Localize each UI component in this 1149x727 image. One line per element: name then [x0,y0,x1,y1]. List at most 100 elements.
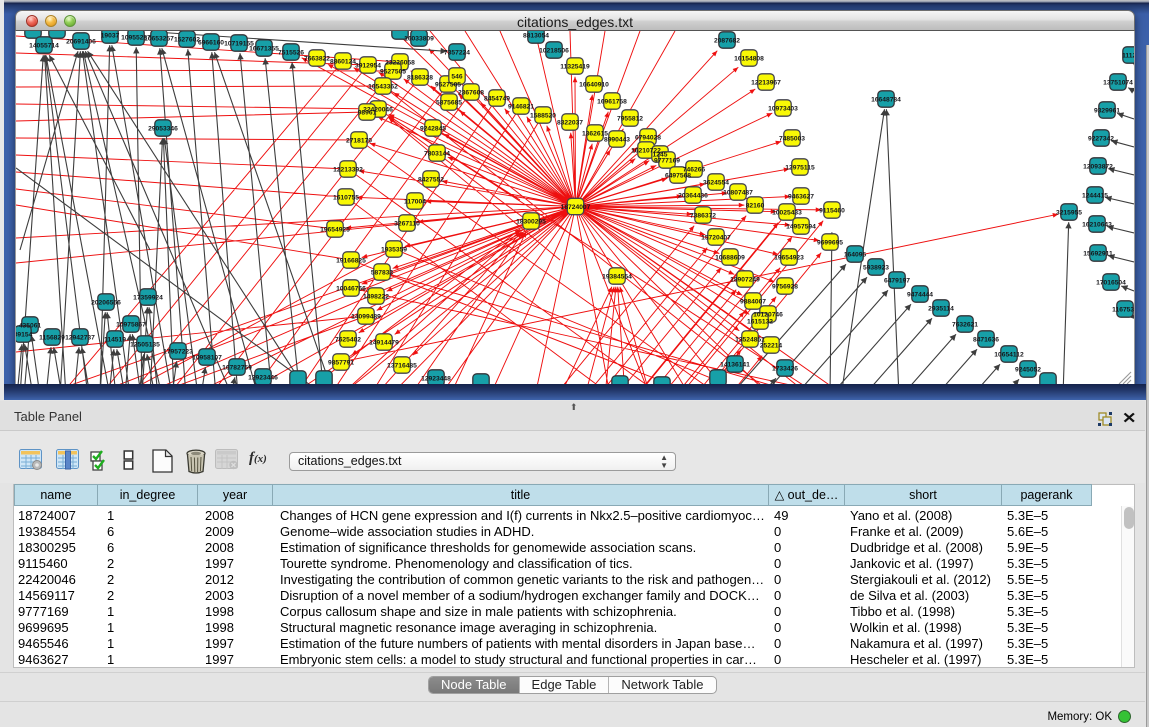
svg-text:6794028: 6794028 [635,135,661,142]
svg-text:7357224: 7357224 [444,50,470,57]
svg-text:13716485: 13716485 [387,363,417,370]
svg-text:8471636: 8471636 [973,337,999,344]
svg-text:10046766: 10046766 [336,286,366,293]
svg-text:12942737: 12942737 [65,335,95,342]
svg-text:6966160: 6966160 [198,40,224,47]
svg-text:12213967: 12213967 [751,80,781,87]
svg-text:1733426: 1733426 [772,366,798,373]
svg-text:19384554: 19384554 [602,274,632,281]
svg-text:7663822: 7663822 [304,56,330,63]
svg-text:10218506: 10218506 [539,48,569,55]
svg-text:9777169: 9777169 [654,158,680,165]
svg-text:16671355: 16671355 [249,46,279,53]
svg-text:17359924: 17359924 [133,295,163,302]
svg-text:82160: 82160 [746,203,765,210]
svg-text:9245052: 9245052 [1015,367,1041,374]
svg-text:9527505: 9527505 [380,69,406,76]
svg-text:7386372: 7386372 [690,213,716,220]
svg-text:114519: 114519 [104,337,126,344]
svg-text:19654923: 19654923 [774,255,804,262]
svg-text:12923448: 12923448 [421,376,451,383]
svg-text:18300295: 18300295 [516,219,546,226]
svg-text:164095: 164095 [844,252,867,259]
svg-text:3624554: 3624554 [703,180,729,187]
svg-text:9242845: 9242845 [420,126,446,133]
svg-text:10807487: 10807487 [723,190,753,197]
svg-text:10025433: 10025433 [772,210,802,217]
svg-text:5875685: 5875685 [436,100,462,107]
svg-text:7625402: 7625402 [335,337,361,344]
svg-text:1244415: 1244415 [1082,193,1108,200]
svg-text:7803144: 7803144 [424,151,450,158]
svg-text:435061: 435061 [19,323,42,330]
svg-text:117004: 117004 [404,199,426,206]
svg-text:9884007: 9884007 [740,299,766,306]
svg-text:1615132: 1615132 [747,319,773,326]
svg-text:11325419: 11325419 [560,64,590,71]
svg-text:18907249: 18907249 [730,277,760,284]
svg-text:16210643: 16210643 [1082,222,1112,229]
svg-text:1167534: 1167534 [1112,307,1135,314]
svg-text:12213392: 12213392 [333,167,363,174]
svg-text:20691406: 20691406 [66,39,96,46]
svg-text:2087682: 2087682 [714,38,740,45]
svg-text:15720407: 15720407 [701,235,731,242]
svg-text:9115460: 9115460 [819,208,845,215]
svg-text:2935114: 2935114 [928,306,954,313]
svg-text:1156829: 1156829 [39,335,65,342]
svg-text:546: 546 [451,74,462,81]
svg-text:9756928: 9756928 [772,284,798,291]
svg-text:12093872: 12093872 [1083,164,1113,171]
svg-text:9857791: 9857791 [328,360,354,367]
svg-text:9227342: 9227342 [1088,136,1114,143]
svg-text:19037: 19037 [101,33,120,40]
svg-text:8813054: 8813054 [523,33,549,40]
svg-text:14055714: 14055714 [29,43,59,50]
svg-text:14136141: 14136141 [720,362,750,369]
svg-text:12923446: 12923446 [248,375,278,382]
svg-text:15692911: 15692911 [1083,251,1113,258]
svg-text:29053346: 29053346 [148,126,178,133]
svg-text:16154808: 16154808 [734,56,764,63]
svg-text:98961: 98961 [358,110,377,117]
svg-text:12505135: 12505135 [130,342,160,349]
svg-text:2367608: 2367608 [458,90,484,97]
svg-text:1527602: 1527602 [174,37,200,44]
svg-text:7485003: 7485003 [779,136,805,143]
svg-text:8454749: 8454749 [484,96,510,103]
svg-text:1498222: 1498222 [363,294,389,301]
svg-text:2718170: 2718170 [346,138,372,145]
svg-text:587833: 587833 [371,270,394,277]
svg-text:10958107: 10958107 [192,355,222,362]
svg-text:17957223: 17957223 [163,349,193,356]
svg-text:16648784: 16648784 [871,97,901,104]
svg-text:16033809: 16033809 [404,36,434,43]
svg-text:7515526: 7515526 [278,50,304,57]
svg-text:9329961: 9329961 [1094,108,1120,115]
svg-text:10120746: 10120746 [753,312,783,319]
svg-text:3215955: 3215955 [1056,210,1082,217]
svg-text:19654925: 19654925 [320,227,350,234]
svg-text:252214: 252214 [760,343,783,350]
svg-text:16961758: 16961758 [597,99,627,106]
svg-text:3267110: 3267110 [394,221,420,228]
svg-text:9146821: 9146821 [508,104,534,111]
svg-text:9463627: 9463627 [788,194,814,201]
svg-text:16782759: 16782759 [222,365,252,372]
svg-text:16640910: 16640910 [579,82,609,89]
svg-text:8186328: 8186328 [407,75,433,82]
svg-text:8322037: 8322037 [557,120,583,127]
svg-text:7955812: 7955812 [617,116,643,123]
svg-text:18724007: 18724007 [561,204,591,211]
svg-text:10543362: 10543362 [368,84,398,91]
svg-text:17016504: 17016504 [1096,280,1126,287]
svg-text:20364436: 20364436 [678,193,708,200]
svg-text:8990443: 8990443 [604,137,630,144]
svg-text:23226058: 23226058 [385,60,415,67]
svg-text:10653257: 10653257 [144,36,174,43]
svg-text:8860124: 8860124 [330,59,356,66]
svg-text:9527505: 9527505 [435,82,461,89]
svg-text:19166825: 19166825 [336,258,366,265]
svg-text:1935359: 1935359 [381,247,407,254]
svg-text:39154: 39154 [16,332,33,339]
